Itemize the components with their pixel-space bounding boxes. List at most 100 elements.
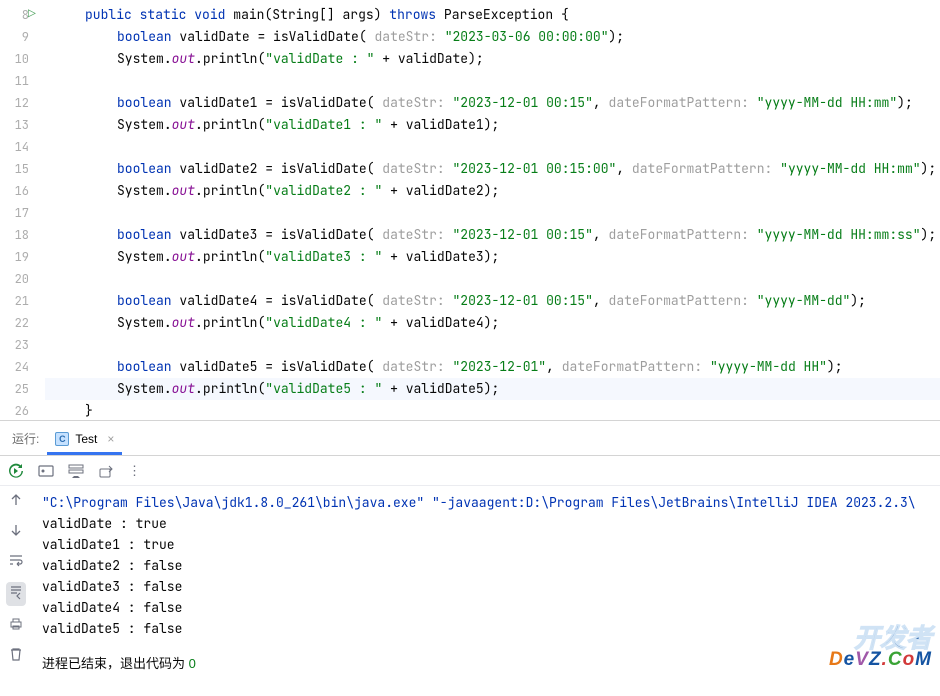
var: validDate xyxy=(179,28,249,45)
scroll-to-end-icon[interactable] xyxy=(6,582,26,606)
string: "yyyy-MM-dd HH" xyxy=(710,358,827,375)
console-output[interactable]: "C:\Program Files\Java\jdk1.8.0_261\bin\… xyxy=(32,486,940,696)
up-icon[interactable] xyxy=(8,492,24,512)
sys: System xyxy=(117,380,164,397)
println: println xyxy=(203,380,258,397)
param-hint: dateStr: xyxy=(374,28,436,45)
var: validDate4 xyxy=(179,292,257,309)
more-icon[interactable]: ⋮ xyxy=(128,462,142,479)
line-number: 17 xyxy=(0,202,45,224)
call: isValidDate xyxy=(281,358,367,375)
run-tool-window: 运行: C Test × ⋮ "C:\Prog xyxy=(0,421,940,696)
var: validDate xyxy=(398,50,468,67)
string: "validDate : " xyxy=(265,50,374,67)
var: validDate1 xyxy=(406,116,484,133)
out-line: validDate5 : false xyxy=(42,618,938,639)
export-icon[interactable] xyxy=(98,463,114,479)
call: isValidDate xyxy=(281,160,367,177)
println: println xyxy=(203,50,258,67)
out-line: validDate2 : false xyxy=(42,555,938,576)
kw: void xyxy=(194,6,225,23)
var: validDate2 xyxy=(406,182,484,199)
command-line: "C:\Program Files\Java\jdk1.8.0_261\bin\… xyxy=(42,492,938,513)
string: "2023-12-01 00:15" xyxy=(453,94,593,111)
console-wrap: "C:\Program Files\Java\jdk1.8.0_261\bin\… xyxy=(0,486,940,696)
call: isValidDate xyxy=(281,94,367,111)
console-side-toolbar xyxy=(0,486,32,696)
line-number: 16 xyxy=(0,180,45,202)
tab-test[interactable]: C Test × xyxy=(47,432,122,455)
line-number: 13 xyxy=(0,114,45,136)
string: "yyyy-MM-dd HH:mm" xyxy=(780,160,920,177)
string: "2023-03-06 00:00:00" xyxy=(445,28,609,45)
call: isValidDate xyxy=(281,226,367,243)
line-number: 23 xyxy=(0,334,45,356)
code-area[interactable]: public static void main(String[] args) t… xyxy=(45,0,940,420)
out: out xyxy=(172,248,195,265)
console-toolbar: ⋮ xyxy=(0,456,940,486)
out: out xyxy=(172,50,195,67)
filter-icon[interactable] xyxy=(68,463,84,479)
sys: System xyxy=(117,116,164,133)
println: println xyxy=(203,314,258,331)
line-number: 19 xyxy=(0,246,45,268)
tab-name: Test xyxy=(75,432,97,446)
var: validDate4 xyxy=(406,314,484,331)
string: "validDate4 : " xyxy=(265,314,382,331)
line-number: 11 xyxy=(0,70,45,92)
param-hint: dateFormatPattern: xyxy=(632,160,772,177)
kw: public xyxy=(85,6,132,23)
kw: boolean xyxy=(117,28,172,45)
call: isValidDate xyxy=(273,28,359,45)
string: "validDate5 : " xyxy=(265,380,382,397)
println: println xyxy=(203,182,258,199)
sys: System xyxy=(117,182,164,199)
stop-icon[interactable] xyxy=(38,463,54,479)
kw: boolean xyxy=(117,94,172,111)
run-gutter-icon[interactable]: ▷ xyxy=(28,5,36,22)
line-number: 8 xyxy=(0,4,45,26)
string: "validDate2 : " xyxy=(265,182,382,199)
out: out xyxy=(172,314,195,331)
editor-pane: ▷ 8 9 10 11 12 13 14 15 16 17 18 19 20 2… xyxy=(0,0,940,420)
method-name: main xyxy=(233,6,264,23)
line-number: 10 xyxy=(0,48,45,70)
exit-code: 0 xyxy=(189,656,196,671)
kw: boolean xyxy=(117,226,172,243)
out-line: validDate3 : false xyxy=(42,576,938,597)
param-hint: dateFormatPattern: xyxy=(609,226,749,243)
out-line: validDate1 : true xyxy=(42,534,938,555)
string: "2023-12-01 00:15" xyxy=(453,292,593,309)
println: println xyxy=(203,116,258,133)
string: "validDate3 : " xyxy=(265,248,382,265)
call: isValidDate xyxy=(281,292,367,309)
var: validDate5 xyxy=(179,358,257,375)
param-hint: dateStr: xyxy=(382,226,444,243)
print-icon[interactable] xyxy=(8,616,24,636)
sys: System xyxy=(117,50,164,67)
down-icon[interactable] xyxy=(8,522,24,542)
sys: System xyxy=(117,314,164,331)
sys: System xyxy=(117,248,164,265)
line-number: 22 xyxy=(0,312,45,334)
line-number: 15 xyxy=(0,158,45,180)
line-number: 25 xyxy=(0,378,45,400)
params: String[] args xyxy=(272,6,373,23)
rerun-icon[interactable] xyxy=(8,463,24,479)
line-number: 9 xyxy=(0,26,45,48)
param-hint: dateStr: xyxy=(382,292,444,309)
param-hint: dateStr: xyxy=(382,94,444,111)
trash-icon[interactable] xyxy=(8,646,24,666)
string: "2023-12-01 00:15:00" xyxy=(453,160,617,177)
string: "yyyy-MM-dd" xyxy=(757,292,851,309)
line-number: 14 xyxy=(0,136,45,158)
exc: ParseException xyxy=(444,6,553,23)
kw: boolean xyxy=(117,358,172,375)
class-badge-icon: C xyxy=(55,432,69,446)
soft-wrap-icon[interactable] xyxy=(8,552,24,572)
string: "yyyy-MM-dd HH:mm:ss" xyxy=(757,226,921,243)
out-line: validDate4 : false xyxy=(42,597,938,618)
string: "2023-12-01 00:15" xyxy=(453,226,593,243)
out: out xyxy=(172,380,195,397)
close-icon[interactable]: × xyxy=(107,432,114,446)
